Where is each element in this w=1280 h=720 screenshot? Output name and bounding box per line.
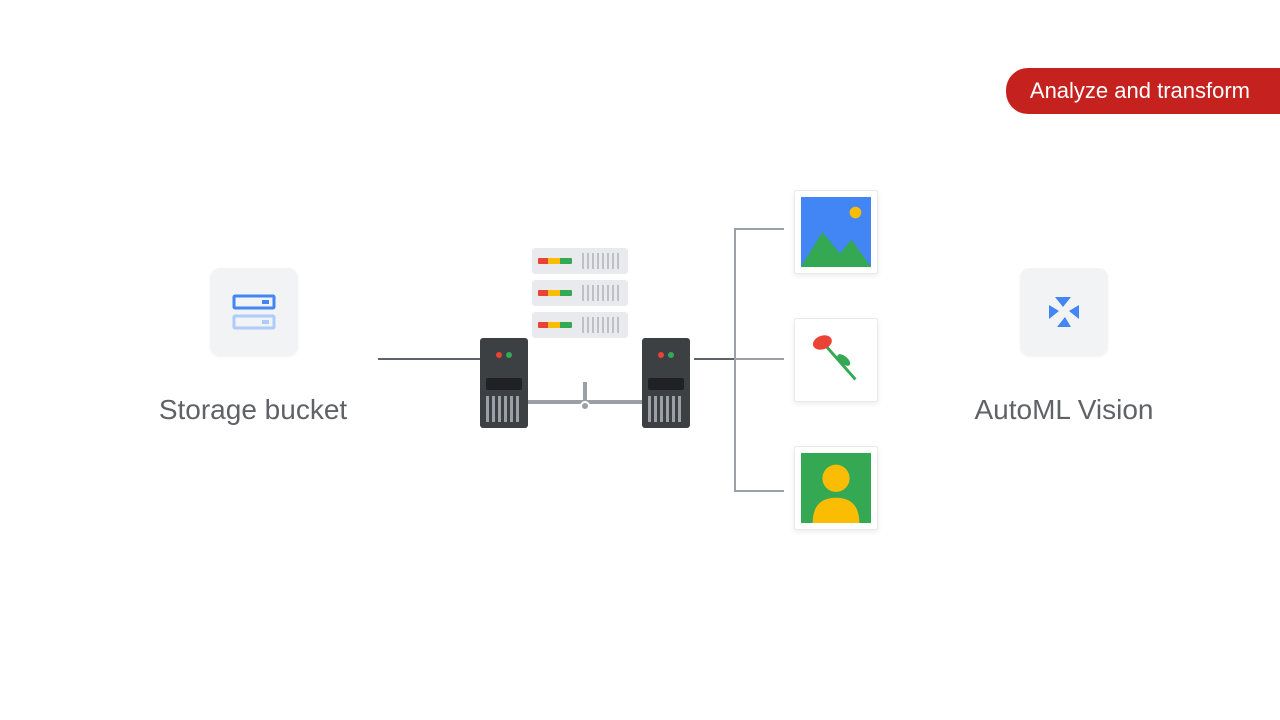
connector-branch-top: [734, 228, 784, 230]
cluster-node-dot: [580, 401, 590, 411]
sample-image-landscape: [794, 190, 878, 274]
server-rack-icon: [532, 248, 628, 274]
compute-server-cluster: [480, 248, 690, 428]
person-avatar-icon: [801, 453, 871, 523]
landscape-photo-icon: [801, 197, 871, 267]
server-rack-icon: [532, 280, 628, 306]
flower-photo-icon: [801, 325, 871, 395]
storage-bucket-label: Storage bucket: [153, 394, 353, 426]
connector-storage-to-cluster: [378, 358, 480, 360]
sample-image-person: [794, 446, 878, 530]
compute-terminal-icon: [480, 338, 528, 428]
architecture-diagram: Storage bucket AutoML Vision: [0, 0, 1280, 720]
automl-vision-node: [1020, 268, 1108, 356]
connector-branch-mid: [734, 358, 784, 360]
compute-terminal-icon: [642, 338, 690, 428]
automl-vision-icon: [1041, 289, 1087, 335]
sample-image-flower: [794, 318, 878, 402]
connector-branch-vertical: [734, 228, 736, 492]
automl-vision-label: AutoML Vision: [974, 394, 1154, 426]
server-rack-icon: [532, 312, 628, 338]
storage-bucket-node: [210, 268, 298, 356]
storage-bucket-icon: [230, 292, 278, 332]
connector-branch-bot: [734, 490, 784, 492]
